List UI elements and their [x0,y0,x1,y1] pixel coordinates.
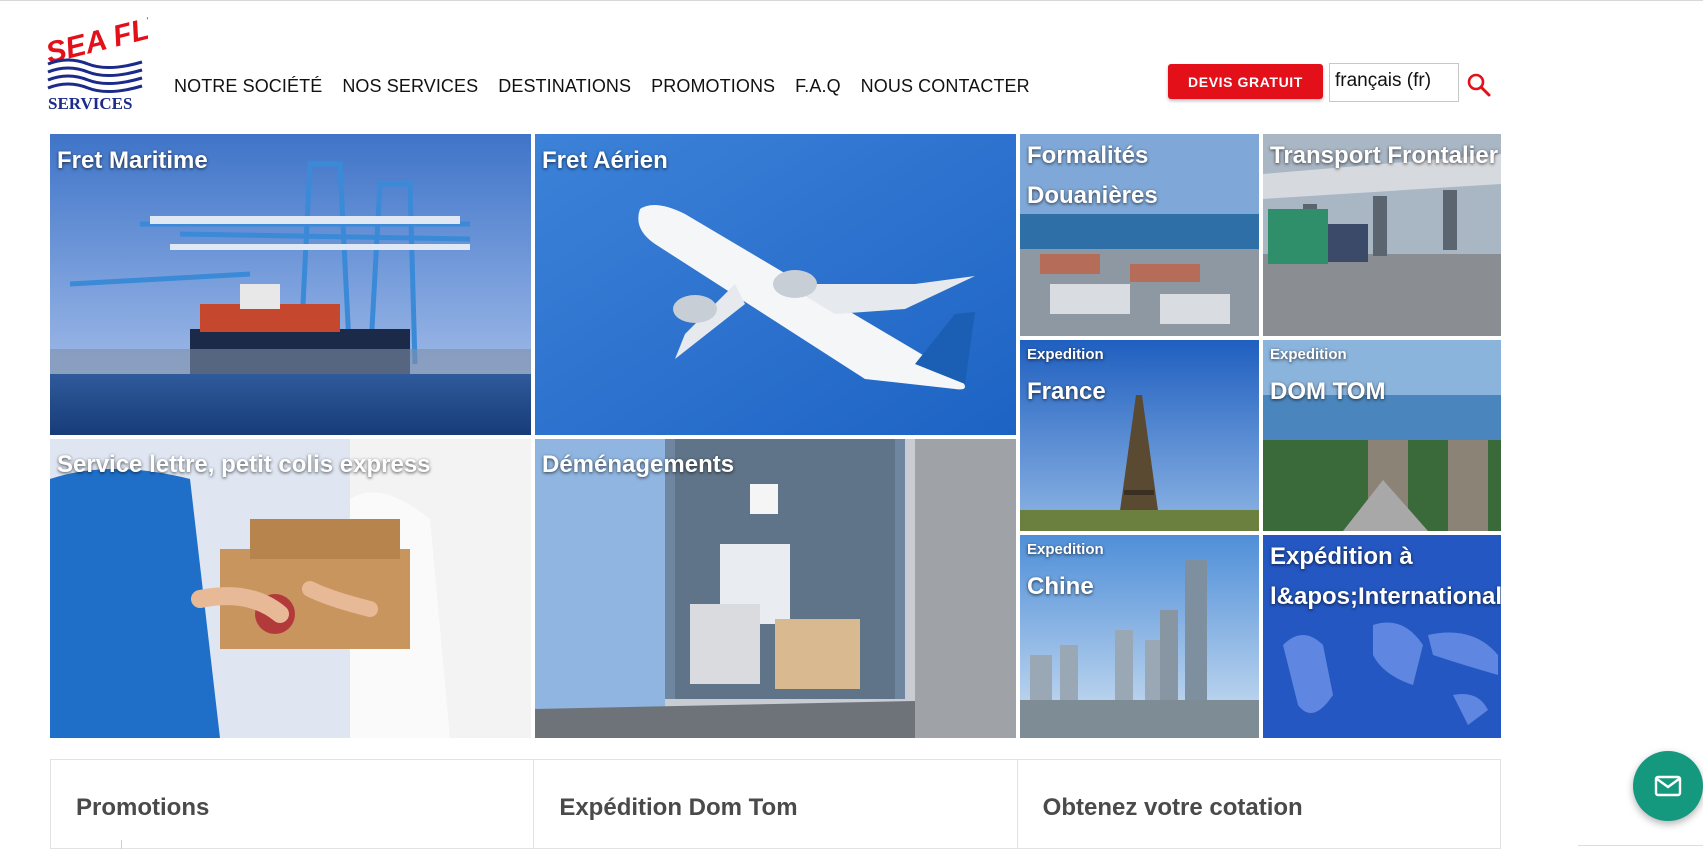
mail-icon [1654,775,1682,797]
svg-text:SERVICES: SERVICES [48,94,132,112]
tile-expedition-dom-tom[interactable]: Expedition DOM TOM [1263,340,1501,531]
eiffel-tower-image [1020,340,1259,531]
tile-kicker: Expedition [1027,541,1104,558]
tile-title: Chine [1027,573,1094,600]
tile-title-line1: Expédition à [1270,543,1413,570]
main-nav: NOTRE SOCIÉTÉ NOS SERVICES DESTINATIONS … [174,76,1050,97]
nav-nos-services[interactable]: NOS SERVICES [342,76,478,97]
tile-demenagements[interactable]: Déménagements [535,439,1016,738]
card-title: Obtenez votre cotation [1042,794,1303,821]
tile-title-line2: l&apos;International [1270,583,1501,610]
nav-notre-societe[interactable]: NOTRE SOCIÉTÉ [174,76,322,97]
tile-title-line2: Douanières [1027,182,1158,209]
tile-expedition-international[interactable]: Expédition à l&apos;International [1263,535,1501,738]
logo[interactable]: SEA FLY SERVICES [43,6,174,113]
card-promotions[interactable]: Promotions [51,760,535,848]
tile-expedition-france[interactable]: Expedition France [1020,340,1259,531]
tile-formalites-douanieres[interactable]: Formalités Douanières [1020,134,1259,336]
devis-gratuit-button[interactable]: DEVIS GRATUIT [1168,64,1323,99]
divider [1578,845,1703,849]
tile-fret-aerien[interactable]: Fret Aérien [535,134,1016,435]
card-obtenez-cotation[interactable]: Obtenez votre cotation [1018,760,1500,848]
tile-fret-maritime[interactable]: Fret Maritime [50,134,531,435]
tile-transport-frontalier[interactable]: Transport Frontalier [1263,134,1501,336]
card-title: Promotions [76,794,210,821]
card-title: Expédition Dom Tom [559,794,798,821]
tile-kicker: Expedition [1027,346,1104,363]
tile-title: Fret Aérien [542,147,668,174]
tile-title: Fret Maritime [57,147,208,174]
tile-kicker: Expedition [1270,346,1347,363]
info-cards: Promotions Expédition Dom Tom Obtenez vo… [50,759,1501,849]
tile-title: Transport Frontalier [1270,142,1499,169]
contact-chat-button[interactable] [1633,751,1703,821]
nav-promotions[interactable]: PROMOTIONS [651,76,775,97]
tile-title: Service lettre, petit colis express [57,451,431,478]
nav-nous-contacter[interactable]: NOUS CONTACTER [861,76,1030,97]
tile-expedition-chine[interactable]: Expedition Chine [1020,535,1259,738]
tile-service-lettre[interactable]: Service lettre, petit colis express [50,439,531,738]
top-border [0,0,1703,1]
divider [121,840,122,849]
shanghai-skyline-image [1020,535,1259,738]
nav-faq[interactable]: F.A.Q [795,76,841,97]
tile-title: Déménagements [542,451,735,478]
harbor-town-image [1263,340,1501,531]
nav-destinations[interactable]: DESTINATIONS [498,76,631,97]
tile-title: France [1027,378,1106,405]
tile-title: DOM TOM [1270,378,1386,405]
tile-title-line1: Formalités [1027,142,1149,169]
language-select[interactable]: français (fr) [1329,63,1459,102]
card-expedition-dom-tom[interactable]: Expédition Dom Tom [534,760,1018,848]
search-icon[interactable] [1466,72,1492,98]
